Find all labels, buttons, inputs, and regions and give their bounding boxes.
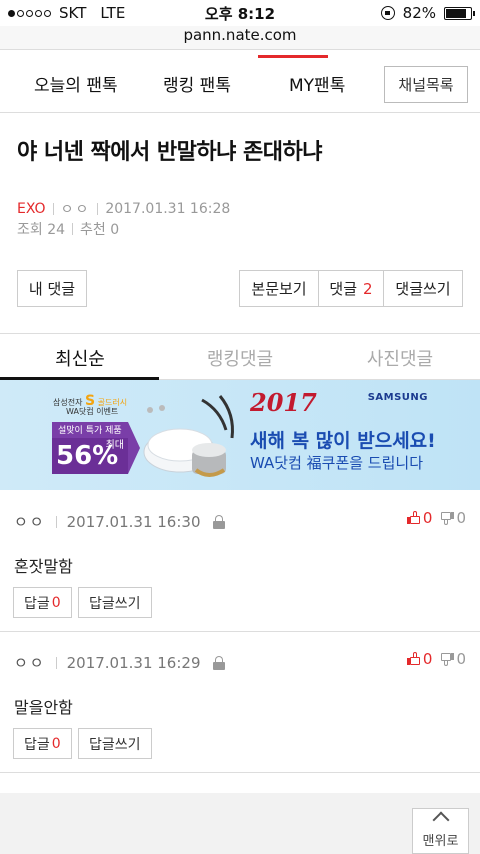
- post-meta: EXO ㅇㅇ 2017.01.31 16:28: [17, 199, 230, 219]
- thumbs-down-icon: [440, 511, 455, 525]
- nav-ranking-fantalk[interactable]: 랭킹 팬톡: [163, 71, 231, 96]
- write-reply-button[interactable]: 답글쓰기: [78, 587, 152, 618]
- banner-brand: SAMSUNG: [367, 392, 428, 403]
- reply-label: 답글: [24, 736, 50, 753]
- upvote-button[interactable]: 0: [406, 650, 433, 668]
- downvote-count: 0: [456, 650, 466, 668]
- comment-date: 2017.01.31 16:30: [66, 512, 201, 531]
- post-date: 2017.01.31 16:28: [105, 201, 231, 217]
- top-nav: 오늘의 팬톡 랭킹 팬톡 MY팬톡 채널목록: [0, 55, 480, 113]
- upvote-count: 0: [422, 509, 433, 527]
- my-comments-button[interactable]: 내 댓글: [17, 270, 87, 307]
- banner-event: WA닷컴 이벤트: [66, 407, 119, 416]
- comments-button[interactable]: 댓글 2: [318, 270, 384, 307]
- section-divider: [0, 333, 480, 334]
- status-bar: SKT LTE 오후 8:12 82%: [0, 0, 480, 26]
- post-author: ㅇㅇ: [60, 202, 91, 218]
- upvote-count: 0: [422, 650, 433, 668]
- battery-icon: [444, 6, 475, 20]
- thumbs-up-icon: [406, 652, 421, 666]
- lock-icon: [212, 655, 225, 670]
- channel-list-button[interactable]: 채널목록: [384, 66, 468, 103]
- write-reply-button[interactable]: 답글쓰기: [78, 728, 152, 759]
- comments-count: 2: [363, 279, 373, 298]
- banner-tag-arrow: [128, 422, 140, 474]
- nav-my-fantalk[interactable]: MY팬톡: [289, 71, 345, 96]
- divider: [52, 203, 54, 215]
- url-bar[interactable]: pann.nate.com: [0, 26, 480, 50]
- thumbs-up-icon: [406, 511, 421, 525]
- channel-link[interactable]: EXO: [17, 201, 46, 217]
- post-stats: 조회 24 추천 0: [17, 219, 119, 239]
- write-comment-button[interactable]: 댓글쓰기: [383, 270, 463, 307]
- back-to-top-label: 맨위로: [422, 834, 459, 849]
- comment-item: ㅇㅇ 2017.01.31 16:29 0 0 말을안함 답글 0 답글쓰기: [0, 632, 480, 773]
- comment-date: 2017.01.31 16:29: [66, 653, 201, 672]
- comment-author: ㅇㅇ: [14, 654, 46, 672]
- reply-count: 0: [51, 735, 61, 752]
- recommend-count: 추천 0: [80, 222, 120, 238]
- divider: [72, 223, 74, 235]
- banner-year: 2017: [250, 388, 317, 417]
- downvote-button[interactable]: 0: [440, 509, 466, 527]
- upvote-button[interactable]: 0: [406, 509, 433, 527]
- view-post-button[interactable]: 본문보기: [239, 270, 319, 307]
- reply-button[interactable]: 답글 0: [13, 728, 72, 759]
- banner-percent: 56% 최대: [52, 438, 128, 474]
- banner-max-label: 최대: [105, 440, 124, 451]
- tab-latest[interactable]: 최신순: [0, 345, 160, 371]
- reply-label: 답글: [24, 595, 50, 612]
- rotation-lock-icon: [380, 6, 395, 20]
- reply-button[interactable]: 답글 0: [13, 587, 72, 618]
- nav-today-fantalk[interactable]: 오늘의 팬톡: [34, 71, 118, 96]
- banner-headline: 새해 복 많이 받으세요!: [250, 430, 436, 452]
- comment-text: 혼잣말함: [14, 557, 73, 576]
- battery-percent: 82%: [402, 4, 436, 22]
- thumbs-down-icon: [440, 652, 455, 666]
- divider: [55, 656, 57, 669]
- post-title: 야 너넨 짝에서 반말하냐 존대하냐: [17, 140, 323, 165]
- chevron-up-icon: [432, 811, 449, 829]
- downvote-count: 0: [456, 509, 466, 527]
- downvote-button[interactable]: 0: [440, 650, 466, 668]
- tab-ranking-comments[interactable]: 랭킹댓글: [160, 345, 320, 371]
- tab-photo-comments[interactable]: 사진댓글: [320, 345, 480, 371]
- divider: [55, 515, 57, 528]
- reply-count: 0: [51, 594, 61, 611]
- ad-banner[interactable]: 삼성전자 S 골드러시 WA닷컴 이벤트 설맞이 특가 제품 56% 최대 SA…: [0, 380, 480, 490]
- comment-author: ㅇㅇ: [14, 513, 46, 531]
- back-to-top-button[interactable]: 맨위로: [412, 808, 469, 854]
- banner-subtitle: WA닷컴 福쿠폰을 드립니다: [250, 454, 424, 472]
- view-count: 조회 24: [17, 222, 66, 238]
- active-tab-indicator: [258, 55, 328, 58]
- comment-item: ㅇㅇ 2017.01.31 16:30 0 0 혼잣말함 답글 0 답글쓰기: [0, 491, 480, 632]
- footer-area: [0, 793, 480, 854]
- divider: [97, 203, 99, 215]
- wireless-charger-image: [143, 395, 234, 477]
- comments-label: 댓글: [329, 280, 358, 298]
- lock-icon: [212, 514, 225, 529]
- comment-text: 말을안함: [14, 698, 73, 717]
